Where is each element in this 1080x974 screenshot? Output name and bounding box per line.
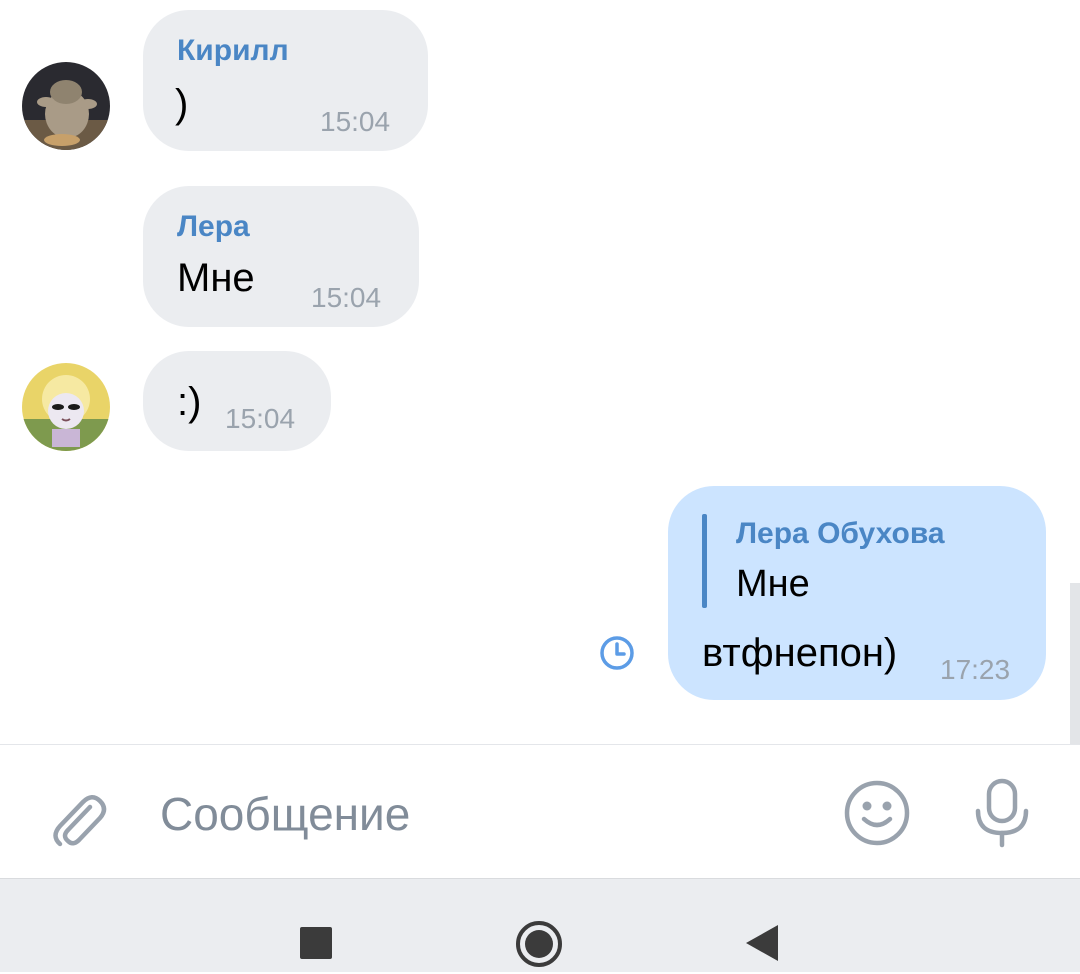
system-navigation-bar	[0, 878, 1080, 972]
reply-quote[interactable]: Лера Обухова Мне	[668, 486, 1046, 616]
avatar-kirill[interactable]	[22, 62, 110, 150]
message-bubble-outgoing[interactable]: Лера Обухова Мне втфнепон) 17:23	[668, 486, 1046, 700]
recent-apps-button[interactable]	[300, 927, 332, 959]
reply-quote-sender: Лера Обухова	[736, 517, 945, 550]
message-text: втфнепон)	[702, 631, 898, 675]
attach-icon[interactable]	[44, 785, 112, 853]
message-bubble[interactable]: Лера Мне 15:04	[143, 186, 419, 327]
message-text: )	[175, 82, 189, 126]
message-text: :)	[177, 380, 202, 424]
message-bubble[interactable]: :) 15:04	[143, 351, 331, 451]
message-time: 15:04	[311, 282, 382, 313]
avatar-lera[interactable]	[22, 363, 110, 451]
message-input[interactable]	[158, 775, 802, 853]
clock-icon	[598, 634, 636, 672]
message-composer	[0, 744, 1080, 879]
reply-quote-text: Мне	[736, 563, 810, 605]
message-time: 15:04	[225, 403, 296, 434]
message-text: Мне	[177, 256, 255, 300]
scrollbar[interactable]	[1070, 583, 1080, 745]
message-bubble[interactable]: Кирилл ) 15:04	[143, 10, 428, 151]
sender-name[interactable]: Лера	[177, 210, 250, 244]
home-button[interactable]	[514, 919, 564, 969]
microphone-icon[interactable]	[970, 777, 1034, 849]
message-list[interactable]: Кирилл ) 15:04 Лера Мне 15:04 :) 15:04 Л…	[0, 0, 1080, 745]
back-button[interactable]	[744, 923, 780, 963]
message-time: 15:04	[320, 106, 391, 137]
emoji-icon[interactable]	[843, 779, 911, 847]
sender-name[interactable]: Кирилл	[177, 34, 289, 68]
message-time: 17:23	[940, 654, 1011, 685]
